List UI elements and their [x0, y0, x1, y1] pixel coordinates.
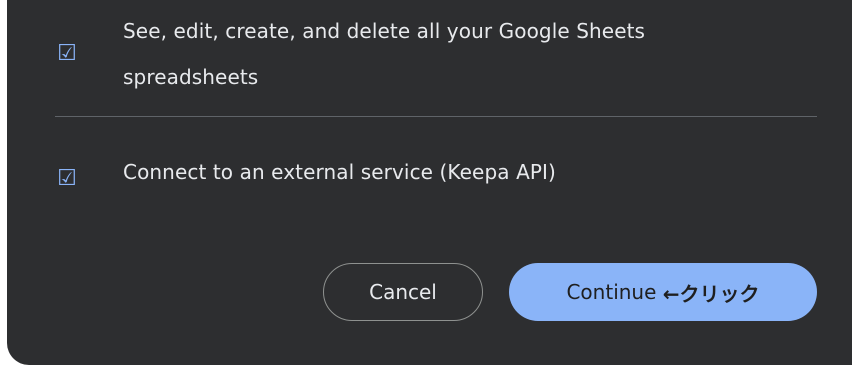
checked-checkbox-icon[interactable]: ☑	[55, 42, 79, 66]
scope-item-sheets: ☑ See, edit, create, and delete all your…	[7, 0, 852, 116]
cancel-button[interactable]: Cancel	[323, 263, 483, 321]
cancel-button-label: Cancel	[369, 280, 437, 304]
scope-item-external-service: ☑ Connect to an external service (Keepa …	[7, 117, 852, 227]
consent-dialog: ☑ See, edit, create, and delete all your…	[7, 0, 852, 365]
scope-label-sheets: See, edit, create, and delete all your G…	[123, 19, 646, 89]
click-annotation: ←クリック	[662, 281, 760, 306]
continue-button-label: Continue	[566, 280, 663, 304]
scope-label-external-service: Connect to an external service (Keepa AP…	[123, 160, 556, 184]
continue-button[interactable]: Continue ←クリック	[509, 263, 817, 321]
checked-checkbox-icon[interactable]: ☑	[55, 167, 79, 191]
